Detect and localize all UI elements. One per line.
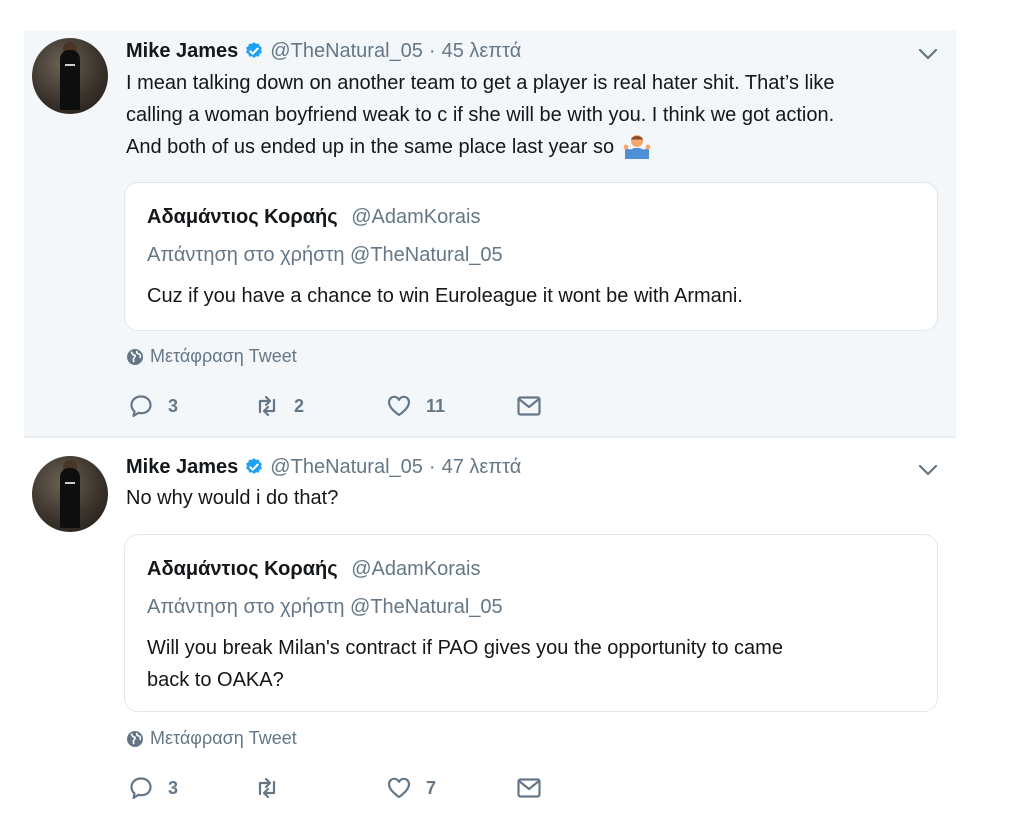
like-count: 7 — [426, 777, 437, 798]
author-handle[interactable]: @TheNatural_05 — [270, 40, 423, 63]
translate-label[interactable]: Μετάφραση Tweet — [150, 346, 297, 367]
tweet-actions: 3 7 — [128, 774, 648, 802]
envelope-icon — [517, 396, 541, 416]
quoted-author-name: Αδαμάντιος Κοραής — [147, 558, 338, 580]
quoted-text-line: Will you break Milan's contract if PAO g… — [147, 637, 783, 659]
like-count: 11 — [426, 395, 446, 416]
translate-tweet-link[interactable]: Μετάφραση Tweet — [126, 346, 297, 367]
chevron-down-icon[interactable] — [918, 463, 938, 477]
translate-label[interactable]: Μετάφραση Tweet — [150, 728, 297, 749]
direct-message-button[interactable] — [516, 392, 542, 420]
quoted-tweet[interactable]: Αδαμάντιος Κοραής @AdamKorais Απάντηση σ… — [124, 182, 938, 331]
heart-icon — [387, 777, 411, 799]
envelope-icon — [517, 778, 541, 798]
quoted-tweet-text: Will you break Milan's contract if PAO g… — [147, 632, 907, 696]
man-shrugging-emoji-icon — [623, 135, 651, 159]
globe-icon — [127, 730, 143, 747]
tweet-text-line: I mean talking down on another team to g… — [126, 72, 835, 94]
quoted-author-name: Αδαμάντιος Κοραής — [147, 206, 338, 228]
reply-icon — [130, 395, 152, 418]
retweet-button[interactable]: 2 — [254, 392, 304, 420]
like-button[interactable]: 11 — [386, 392, 445, 420]
avatar[interactable] — [32, 456, 108, 532]
author-handle[interactable]: @TheNatural_05 — [270, 456, 423, 479]
tweet-timestamp[interactable]: 45 λεπτά — [442, 40, 522, 63]
tweet-timestamp[interactable]: 47 λεπτά — [442, 456, 522, 479]
heart-icon — [387, 395, 411, 417]
reply-button[interactable]: 3 — [128, 392, 178, 420]
avatar[interactable] — [32, 38, 108, 114]
like-button[interactable]: 7 — [386, 774, 436, 802]
quoted-text-line: back to OAKA? — [147, 669, 284, 691]
globe-icon — [127, 348, 143, 365]
translate-tweet-link[interactable]: Μετάφραση Tweet — [126, 728, 297, 749]
retweet-icon — [258, 777, 276, 799]
quoted-tweet-header: Αδαμάντιος Κοραής @AdamKorais — [147, 206, 480, 229]
author-name[interactable]: Mike James — [126, 40, 238, 63]
retweet-icon — [258, 395, 276, 417]
quoted-text-line: Cuz if you have a chance to win Euroleag… — [147, 285, 743, 307]
separator-dot: · — [428, 39, 436, 62]
tweet-header: Mike James @TheNatural_05 · 45 λεπτά — [126, 38, 521, 64]
reply-count: 3 — [168, 777, 179, 798]
reply-context: Απάντηση στο χρήστη @TheNatural_05 — [147, 244, 503, 266]
tweet-actions: 3 2 11 — [128, 392, 648, 420]
reply-icon — [130, 777, 152, 800]
direct-message-button[interactable] — [516, 774, 542, 802]
quoted-tweet-header: Αδαμάντιος Κοραής @AdamKorais — [147, 558, 480, 581]
separator-dot: · — [428, 455, 436, 478]
tweet-header: Mike James @TheNatural_05 · 47 λεπτά — [126, 454, 521, 480]
tweet-text: I mean talking down on another team to g… — [126, 67, 946, 163]
tweet-text-line: calling a woman boyfriend weak to c if s… — [126, 104, 835, 126]
reply-count: 3 — [168, 395, 179, 416]
quoted-tweet-text: Cuz if you have a chance to win Euroleag… — [147, 280, 907, 312]
reply-context: Απάντηση στο χρήστη @TheNatural_05 — [147, 596, 503, 618]
tweet-text: No why would i do that? — [126, 482, 946, 514]
author-name[interactable]: Mike James — [126, 456, 238, 479]
reply-button[interactable]: 3 — [128, 774, 178, 802]
tweet-text-line: No why would i do that? — [126, 487, 339, 509]
tweet-text-line: And both of us ended up in the same plac… — [126, 136, 615, 158]
quoted-tweet[interactable]: Αδαμάντιος Κοραής @AdamKorais Απάντηση σ… — [124, 534, 938, 712]
verified-badge-icon — [246, 42, 263, 58]
quoted-author-handle: @AdamKorais — [351, 206, 481, 228]
tweet-2[interactable]: Mike James @TheNatural_05 · 47 λεπτά No … — [24, 438, 956, 816]
retweet-button[interactable] — [254, 774, 280, 802]
tweet-1[interactable]: Mike James @TheNatural_05 · 45 λεπτά I m… — [24, 30, 956, 436]
chevron-down-icon[interactable] — [918, 47, 938, 61]
quoted-author-handle: @AdamKorais — [351, 558, 481, 580]
verified-badge-icon — [246, 458, 263, 474]
retweet-count: 2 — [294, 395, 305, 416]
